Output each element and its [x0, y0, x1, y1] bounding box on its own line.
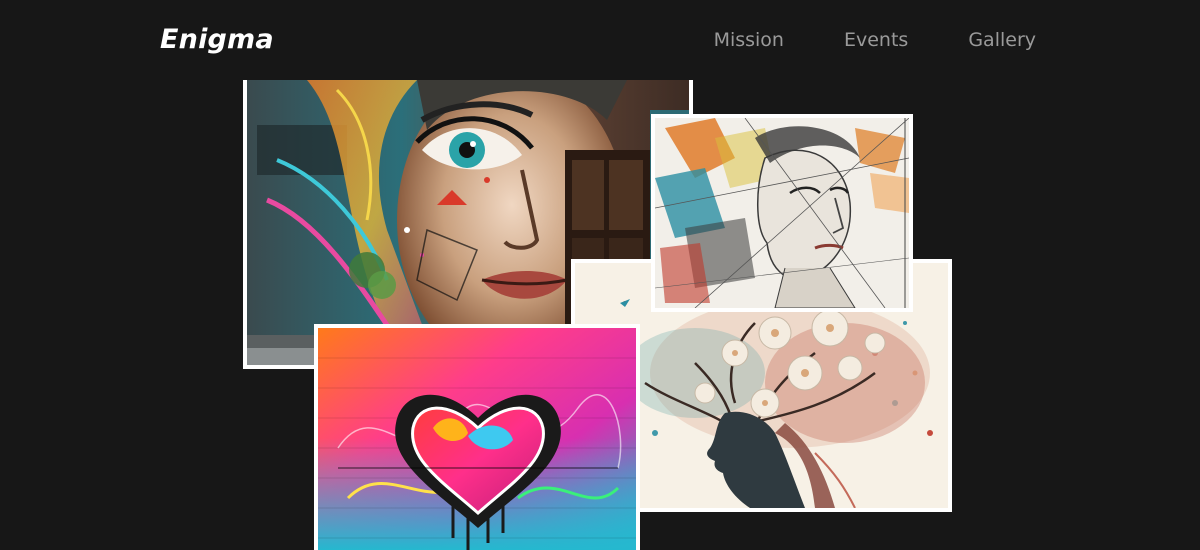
gallery-image-sketch-portrait[interactable]	[651, 114, 913, 312]
gallery-image-graffiti-heart[interactable]	[314, 324, 640, 550]
graffiti-heart-illustration	[318, 328, 636, 550]
gallery-collage	[0, 0, 1200, 550]
sketch-portrait-illustration	[655, 118, 909, 308]
